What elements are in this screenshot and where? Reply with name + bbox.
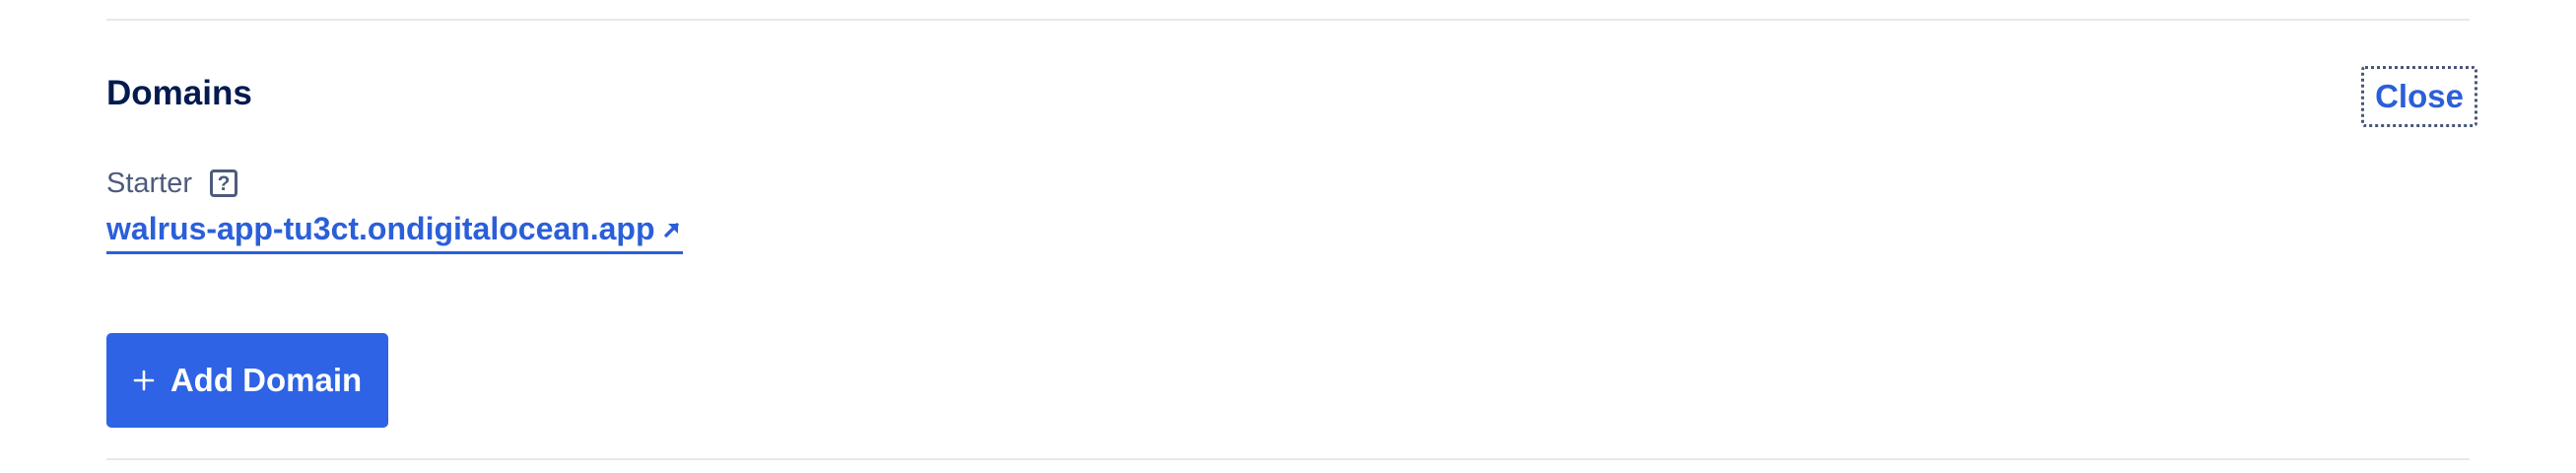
bottom-divider bbox=[106, 458, 2470, 460]
plus-icon bbox=[133, 370, 155, 391]
section-title: Domains bbox=[106, 74, 252, 112]
add-domain-label: Add Domain bbox=[169, 362, 363, 398]
top-divider bbox=[106, 19, 2470, 21]
starter-domain-link[interactable]: walrus-app-tu3ct.ondigitalocean.app bbox=[106, 207, 683, 254]
domain-type-row: Starter ? bbox=[106, 164, 238, 203]
close-button[interactable]: Close bbox=[2361, 66, 2477, 127]
domain-type-label: Starter bbox=[106, 168, 193, 199]
add-domain-button[interactable]: Add Domain bbox=[106, 333, 388, 428]
external-link-arrow-icon bbox=[663, 222, 679, 237]
domain-link-text: walrus-app-tu3ct.ondigitalocean.app bbox=[106, 211, 655, 246]
help-icon[interactable]: ? bbox=[210, 169, 238, 197]
